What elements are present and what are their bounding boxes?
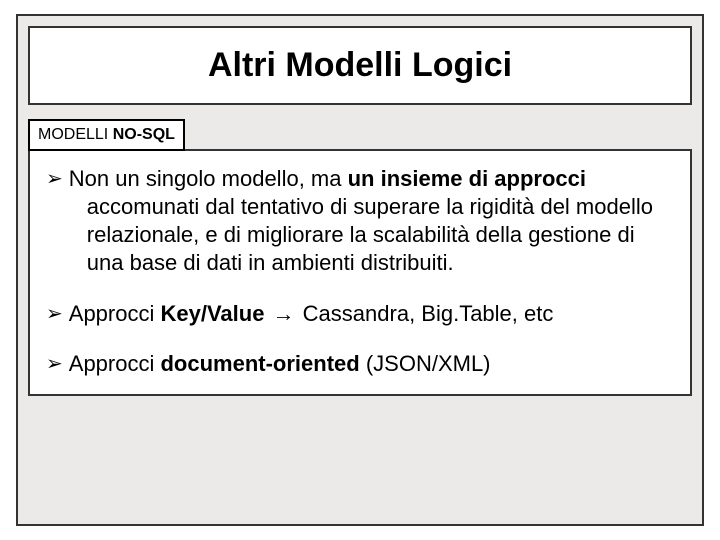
bullet-3-bold: document-oriented — [160, 351, 359, 376]
section-label-bold: NO-SQL — [113, 126, 175, 143]
section-label-prefix: MODELLI — [38, 126, 113, 143]
bullet-2-lead: Approcci — [69, 301, 161, 326]
slide-title: Altri Modelli Logici — [40, 46, 680, 85]
arrow-icon: → — [264, 301, 302, 326]
bullet-1-bold: un insieme di approcci — [348, 166, 586, 191]
bullet-3-lead: Approcci — [69, 351, 161, 376]
bullet-3: ➢ Approcci document-oriented (JSON/XML) — [46, 350, 674, 378]
bullet-2-tail: Cassandra, Big.Table, etc — [303, 301, 554, 326]
bullet-1-rest: accomunati dal tentativo di superare la … — [87, 194, 653, 275]
bullet-1: ➢ Non un singolo modello, ma un insieme … — [46, 165, 674, 278]
bullet-icon: ➢ — [46, 354, 63, 374]
bullet-icon: ➢ — [46, 304, 63, 324]
bullet-icon: ➢ — [46, 169, 63, 189]
bullet-3-text: Approcci document-oriented (JSON/XML) — [69, 350, 674, 378]
content-box: ➢ Non un singolo modello, ma un insieme … — [28, 149, 692, 396]
title-box: Altri Modelli Logici — [28, 26, 692, 105]
bullet-1-lead: Non un singolo modello, ma — [69, 166, 348, 191]
slide-frame: Altri Modelli Logici MODELLI NO-SQL ➢ No… — [16, 14, 704, 526]
bullet-2-text: Approcci Key/Value → Cassandra, Big.Tabl… — [69, 300, 674, 328]
bullet-2: ➢ Approcci Key/Value → Cassandra, Big.Ta… — [46, 300, 674, 328]
slide: Altri Modelli Logici MODELLI NO-SQL ➢ No… — [0, 0, 720, 540]
bullet-3-tail: (JSON/XML) — [360, 351, 491, 376]
bullet-2-bold: Key/Value — [160, 301, 264, 326]
section-label-box: MODELLI NO-SQL — [28, 119, 185, 151]
bullet-1-text: Non un singolo modello, ma un insieme di… — [69, 165, 674, 278]
